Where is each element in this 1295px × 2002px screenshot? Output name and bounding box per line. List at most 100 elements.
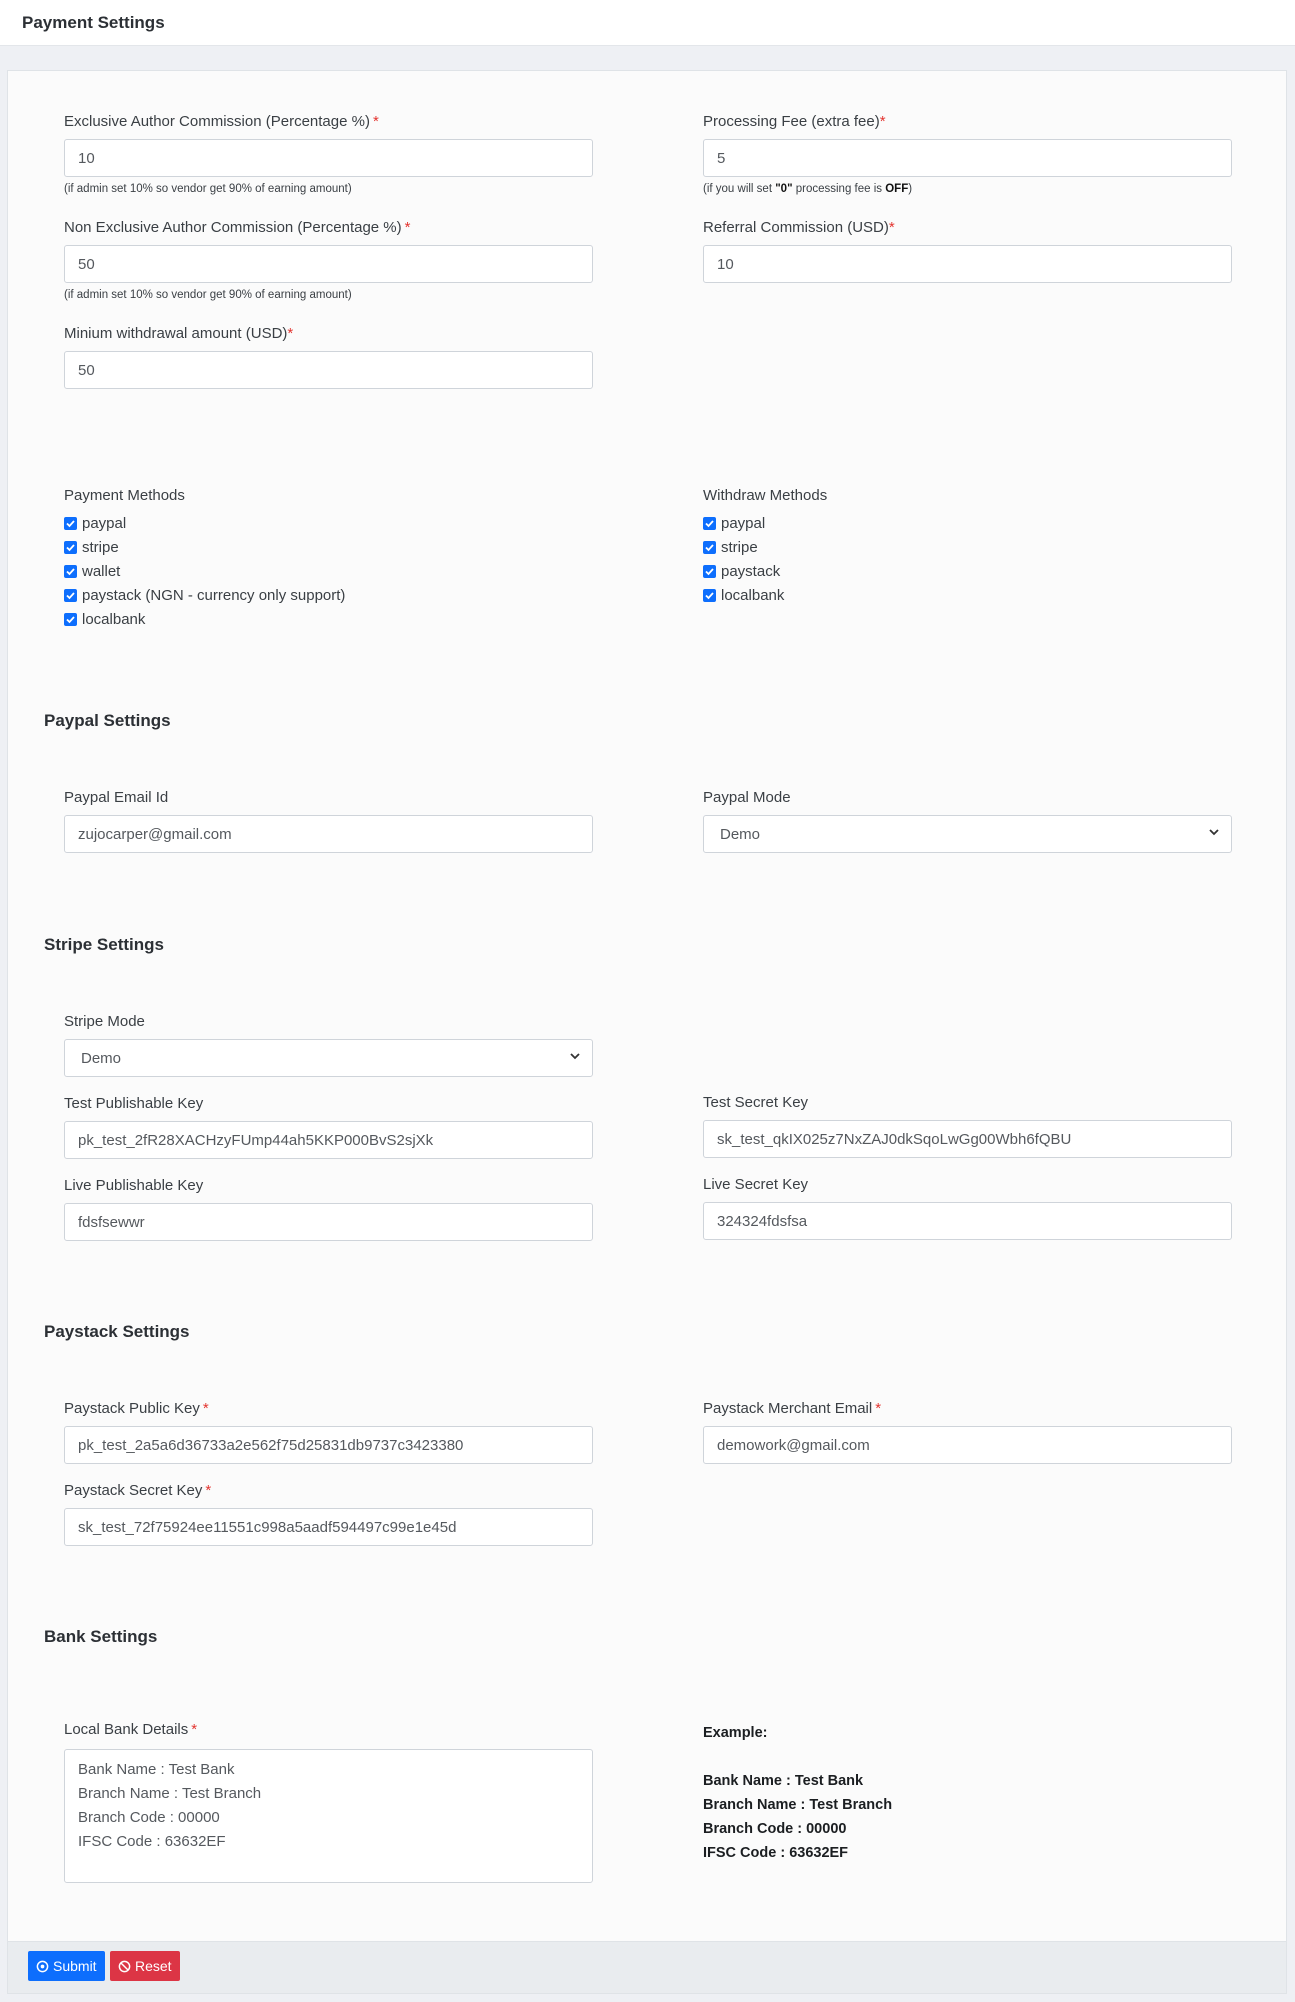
live-publishable-key-label: Live Publishable Key xyxy=(64,1177,204,1194)
withdraw-methods-title: Withdraw Methods xyxy=(703,487,828,504)
test-secret-key-input[interactable] xyxy=(703,1120,1232,1158)
paystack-public-key-input[interactable] xyxy=(64,1426,593,1464)
settings-card: Exclusive Author Commission (Percentage … xyxy=(7,70,1287,1942)
required-mark: * xyxy=(205,1482,212,1499)
required-mark: * xyxy=(202,1400,209,1417)
exclusive-commission-input[interactable] xyxy=(64,139,593,177)
local-bank-details-label: Local Bank Details * xyxy=(64,1721,197,1738)
processing-fee-help: (if you will set "0" processing fee is O… xyxy=(703,183,912,195)
paystack-settings-heading: Paystack Settings xyxy=(44,1322,190,1341)
withdraw-method-localbank[interactable]: localbank xyxy=(703,587,784,604)
withdraw-method-label: stripe xyxy=(721,539,758,556)
processing-fee-label-text: Processing Fee (extra fee) xyxy=(703,113,880,130)
bank-settings-heading: Bank Settings xyxy=(44,1627,158,1646)
bank-example-line: Branch Code : 00000 xyxy=(703,1821,847,1837)
paystack-secret-key-label-text: Paystack Secret Key xyxy=(64,1482,203,1499)
checkbox-checked-icon[interactable] xyxy=(703,517,716,530)
bank-example-line: Branch Name : Test Branch xyxy=(703,1797,893,1813)
checkbox-checked-icon[interactable] xyxy=(64,613,77,626)
ban-icon xyxy=(118,1960,131,1972)
paystack-secret-key-label: Paystack Secret Key * xyxy=(64,1482,211,1499)
bank-example-title: Example: xyxy=(703,1725,768,1741)
checkbox-checked-icon[interactable] xyxy=(64,517,77,530)
withdraw-method-label: paypal xyxy=(721,515,766,532)
checkbox-checked-icon[interactable] xyxy=(64,589,77,602)
payment-method-paystack[interactable]: paystack (NGN - currency only support) xyxy=(64,587,345,604)
withdraw-method-paystack[interactable]: paystack xyxy=(703,563,780,580)
required-mark: * xyxy=(888,219,895,236)
stripe-mode-value: Demo xyxy=(81,1050,122,1067)
test-secret-key-label: Test Secret Key xyxy=(703,1094,809,1111)
required-mark: * xyxy=(404,219,411,236)
referral-commission-label: Referral Commission (USD)* xyxy=(703,219,895,236)
withdraw-method-label: localbank xyxy=(721,587,785,604)
paypal-email-input[interactable] xyxy=(64,815,593,853)
required-mark: * xyxy=(879,113,886,130)
paystack-secret-key-input[interactable] xyxy=(64,1508,593,1546)
local-bank-details-textarea[interactable]: Bank Name : Test Bank Branch Name : Test… xyxy=(64,1749,593,1883)
paystack-merchant-email-label: Paystack Merchant Email * xyxy=(703,1400,881,1417)
reset-label: Reset xyxy=(135,1958,172,1974)
reset-button[interactable]: Reset xyxy=(110,1951,180,1981)
page-title: Payment Settings xyxy=(0,0,1295,46)
bank-example-line: IFSC Code : 63632EF xyxy=(703,1845,849,1861)
payment-methods-title: Payment Methods xyxy=(64,487,185,504)
submit-label: Submit xyxy=(53,1958,97,1974)
stripe-mode-select[interactable]: Demo xyxy=(64,1039,593,1077)
check-circle-icon xyxy=(36,1960,49,1972)
checkbox-checked-icon[interactable] xyxy=(703,541,716,554)
required-mark: * xyxy=(875,1400,882,1417)
withdraw-method-label: paystack xyxy=(721,563,781,580)
stripe-settings-heading: Stripe Settings xyxy=(44,935,164,954)
checkbox-checked-icon[interactable] xyxy=(64,565,77,578)
live-publishable-key-input[interactable] xyxy=(64,1203,593,1241)
paypal-email-label: Paypal Email Id xyxy=(64,789,169,806)
help-zero: "0" xyxy=(775,183,793,195)
checkbox-checked-icon[interactable] xyxy=(703,565,716,578)
payment-method-paypal[interactable]: paypal xyxy=(64,515,126,532)
paystack-merchant-email-label-text: Paystack Merchant Email xyxy=(703,1400,873,1417)
min-withdrawal-label-text: Minium withdrawal amount (USD) xyxy=(64,325,288,342)
payment-method-label: paystack (NGN - currency only support) xyxy=(82,587,346,604)
withdraw-method-stripe[interactable]: stripe xyxy=(703,539,758,556)
non-exclusive-commission-help: (if admin set 10% so vendor get 90% of e… xyxy=(64,289,352,301)
payment-method-wallet[interactable]: wallet xyxy=(64,563,120,580)
payment-method-localbank[interactable]: localbank xyxy=(64,611,145,628)
required-mark: * xyxy=(191,1721,198,1738)
exclusive-commission-help: (if admin set 10% so vendor get 90% of e… xyxy=(64,183,352,195)
help-text: ) xyxy=(908,183,913,195)
payment-method-stripe[interactable]: stripe xyxy=(64,539,119,556)
help-text: (if you will set xyxy=(703,183,776,195)
paypal-mode-value: Demo xyxy=(720,826,761,843)
non-exclusive-commission-label-text: Non Exclusive Author Commission (Percent… xyxy=(64,219,402,236)
live-secret-key-input[interactable] xyxy=(703,1202,1232,1240)
checkbox-checked-icon[interactable] xyxy=(703,589,716,602)
paypal-mode-select[interactable]: Demo xyxy=(703,815,1232,853)
local-bank-details-label-text: Local Bank Details xyxy=(64,1721,189,1738)
paystack-merchant-email-input[interactable] xyxy=(703,1426,1232,1464)
non-exclusive-commission-label: Non Exclusive Author Commission (Percent… xyxy=(64,219,410,236)
referral-commission-input[interactable] xyxy=(703,245,1232,283)
bank-example-line: Bank Name : Test Bank xyxy=(703,1773,864,1789)
non-exclusive-commission-input[interactable] xyxy=(64,245,593,283)
min-withdrawal-label: Minium withdrawal amount (USD)* xyxy=(64,325,293,342)
withdraw-method-paypal[interactable]: paypal xyxy=(703,515,765,532)
paystack-public-key-label: Paystack Public Key * xyxy=(64,1400,209,1417)
form-footer: Submit Reset xyxy=(7,1941,1287,1994)
test-publishable-key-input[interactable] xyxy=(64,1121,593,1159)
processing-fee-input[interactable] xyxy=(703,139,1232,177)
exclusive-commission-label: Exclusive Author Commission (Percentage … xyxy=(64,113,379,130)
payment-method-label: stripe xyxy=(82,539,119,556)
checkbox-checked-icon[interactable] xyxy=(64,541,77,554)
stripe-mode-label: Stripe Mode xyxy=(64,1013,145,1030)
payment-method-label: paypal xyxy=(82,515,127,532)
help-off: OFF xyxy=(885,183,909,195)
required-mark: * xyxy=(372,113,379,130)
paypal-settings-heading: Paypal Settings xyxy=(44,711,171,730)
exclusive-commission-label-text: Exclusive Author Commission (Percentage … xyxy=(64,113,370,130)
payment-method-label: localbank xyxy=(82,611,146,628)
min-withdrawal-input[interactable] xyxy=(64,351,593,389)
submit-button[interactable]: Submit xyxy=(28,1951,105,1981)
chevron-down-icon xyxy=(570,1053,580,1060)
live-secret-key-label: Live Secret Key xyxy=(703,1176,809,1193)
